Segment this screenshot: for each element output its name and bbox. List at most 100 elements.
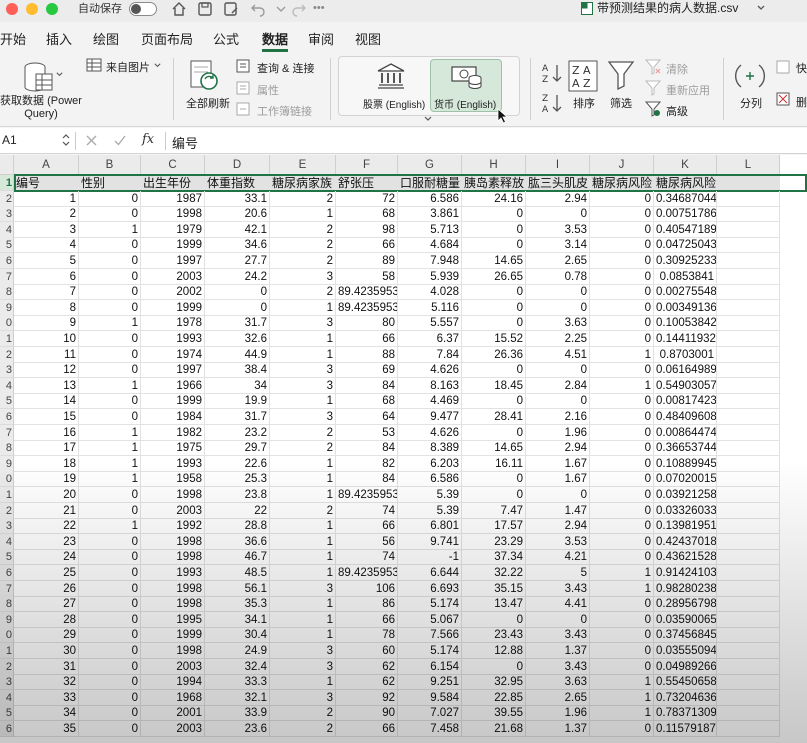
row-header[interactable]: 6 — [0, 565, 14, 582]
table-cell[interactable]: 3.43 — [526, 580, 590, 597]
from-picture-button[interactable]: 来自图片 — [106, 59, 150, 75]
table-cell[interactable]: 26.65 — [462, 268, 526, 285]
table-cell[interactable]: 3.53 — [526, 533, 590, 550]
table-cell[interactable] — [717, 424, 780, 441]
table-cell[interactable]: 35.3 — [205, 596, 270, 613]
table-cell[interactable]: 1.37 — [526, 721, 590, 738]
table-cell[interactable]: 1978 — [141, 315, 205, 332]
table-cell[interactable]: 46.7 — [205, 549, 270, 566]
table-cell[interactable]: 92 — [336, 689, 398, 706]
table-cell[interactable]: 6.586 — [398, 471, 462, 488]
table-cell[interactable] — [717, 627, 780, 644]
table-cell[interactable]: 5.116 — [398, 299, 462, 316]
row-header[interactable]: 5 — [0, 237, 14, 254]
table-cell[interactable]: 1 — [270, 206, 336, 223]
flash-fill-button[interactable]: 快 — [796, 60, 807, 76]
table-cell[interactable]: 4.21 — [526, 549, 590, 566]
table-cell[interactable]: 24.16 — [462, 190, 526, 207]
table-cell[interactable]: 0 — [79, 689, 141, 706]
table-cell[interactable]: 3 — [270, 268, 336, 285]
table-cell[interactable]: 1992 — [141, 518, 205, 535]
table-cell[interactable]: 0 — [462, 299, 526, 316]
column-header-d[interactable]: D — [205, 155, 270, 175]
bank-icon[interactable] — [376, 62, 406, 90]
table-cell[interactable]: 27.7 — [205, 253, 270, 270]
table-cell[interactable]: 5.557 — [398, 315, 462, 332]
table-cell[interactable]: 0.34687044 — [654, 190, 717, 207]
table-cell[interactable] — [717, 611, 780, 628]
table-cell[interactable]: 6.644 — [398, 565, 462, 582]
table-cell[interactable]: 0 — [79, 284, 141, 301]
table-cell[interactable]: 11 — [14, 346, 79, 363]
table-cell[interactable]: 0.13981951 — [654, 518, 717, 535]
table-cell[interactable]: 10 — [14, 331, 79, 348]
table-cell[interactable]: 5.067 — [398, 611, 462, 628]
table-cell[interactable]: 0.00275548 — [654, 284, 717, 301]
table-cell[interactable]: 1984 — [141, 409, 205, 426]
row-header[interactable]: 9 — [0, 455, 14, 472]
table-cell[interactable]: 14.65 — [462, 253, 526, 270]
table-cell[interactable] — [717, 518, 780, 535]
table-cell[interactable]: 31 — [14, 658, 79, 675]
table-cell[interactable]: 2003 — [141, 268, 205, 285]
table-cell[interactable]: 0 — [590, 237, 654, 254]
table-cell[interactable]: 1993 — [141, 331, 205, 348]
table-cell[interactable]: 78 — [336, 627, 398, 644]
table-cell[interactable]: 0.55450658 — [654, 674, 717, 691]
table-cell[interactable]: 3.861 — [398, 206, 462, 223]
table-cell[interactable] — [717, 643, 780, 660]
tab-data[interactable]: 数据 — [262, 29, 288, 48]
table-cell[interactable]: 1 — [270, 596, 336, 613]
table-cell[interactable]: 1 — [270, 299, 336, 316]
table-cell[interactable]: 2003 — [141, 658, 205, 675]
table-cell[interactable]: 1.96 — [526, 705, 590, 722]
remove-duplicates-button[interactable]: 删 — [796, 94, 807, 110]
reapply-button[interactable]: 重新应用 — [666, 82, 710, 98]
table-cell[interactable]: 0.10053842 — [654, 315, 717, 332]
row-header[interactable]: 6 — [0, 721, 14, 738]
table-cell[interactable]: 1 — [270, 518, 336, 535]
table-cell[interactable]: 0 — [79, 533, 141, 550]
table-cell[interactable]: 16 — [14, 424, 79, 441]
table-cell[interactable]: 56.1 — [205, 580, 270, 597]
table-cell[interactable]: 0 — [79, 206, 141, 223]
table-cell[interactable]: 0 — [590, 362, 654, 379]
table-cell[interactable]: 0.03921258 — [654, 487, 717, 504]
table-cell[interactable]: 9.477 — [398, 409, 462, 426]
table-cell[interactable] — [717, 206, 780, 223]
table-cell[interactable]: 7.84 — [398, 346, 462, 363]
table-cell[interactable]: 66 — [336, 611, 398, 628]
row-header[interactable]: 7 — [0, 424, 14, 441]
table-cell[interactable]: 1 — [590, 689, 654, 706]
table-cell[interactable]: 72 — [336, 190, 398, 207]
table-cell[interactable]: 1968 — [141, 689, 205, 706]
table-cell[interactable]: 23.6 — [205, 721, 270, 738]
table-cell[interactable]: 0 — [79, 362, 141, 379]
table-cell[interactable]: 0.40547189 — [654, 221, 717, 238]
table-cell[interactable] — [717, 565, 780, 582]
table-cell[interactable]: 0 — [79, 565, 141, 582]
table-cell[interactable]: 0 — [590, 206, 654, 223]
table-cell[interactable]: 4.684 — [398, 237, 462, 254]
table-cell[interactable] — [717, 549, 780, 566]
table-cell[interactable]: 6.154 — [398, 658, 462, 675]
row-header[interactable]: 7 — [0, 580, 14, 597]
row-header[interactable]: 1 — [0, 643, 14, 660]
table-cell[interactable]: 3.53 — [526, 221, 590, 238]
table-cell[interactable]: 35.15 — [462, 580, 526, 597]
table-cell[interactable]: 0 — [79, 627, 141, 644]
table-cell[interactable]: 17 — [14, 440, 79, 457]
table-cell[interactable]: 25.3 — [205, 471, 270, 488]
row-header[interactable]: 1 — [0, 331, 14, 348]
header-cell[interactable]: 出生年份 — [141, 175, 205, 192]
header-cell[interactable]: 肱三头肌皮 — [526, 175, 590, 192]
table-cell[interactable]: 2.25 — [526, 331, 590, 348]
table-cell[interactable]: 0.78371309 — [654, 705, 717, 722]
table-cell[interactable]: 66 — [336, 237, 398, 254]
table-cell[interactable]: 1998 — [141, 533, 205, 550]
table-cell[interactable]: 0 — [79, 643, 141, 660]
cancel-entry-icon[interactable] — [86, 135, 97, 146]
table-cell[interactable]: 2.16 — [526, 409, 590, 426]
row-header[interactable]: 3 — [0, 518, 14, 535]
table-cell[interactable]: 0 — [590, 611, 654, 628]
